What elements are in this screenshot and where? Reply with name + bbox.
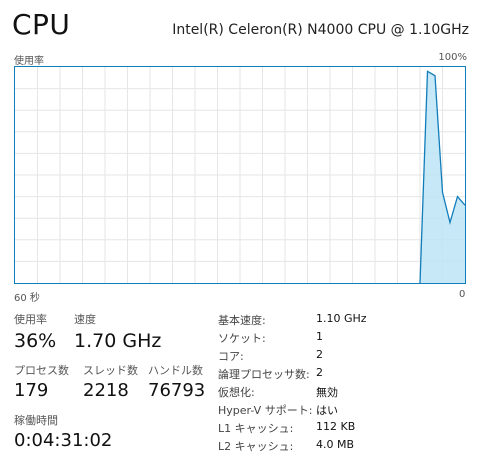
info-key-logical-processors: 論理プロセッサ数: xyxy=(218,368,310,381)
info-key-cores: コア: xyxy=(218,350,244,363)
info-value-l2-cache: 4.0 MB xyxy=(316,438,355,451)
processes-value: 179 xyxy=(14,380,49,401)
info-key-l1-cache: L1 キャッシュ: xyxy=(218,422,294,435)
usage-value: 36% xyxy=(14,330,57,352)
handles-label: ハンドル数 xyxy=(148,364,203,377)
info-key-base-speed: 基本速度: xyxy=(218,314,266,327)
processes-label: プロセス数 xyxy=(14,364,69,377)
usage-label: 使用率 xyxy=(14,313,47,326)
info-key-l2-cache: L2 キャッシュ: xyxy=(218,440,294,453)
threads-value: 2218 xyxy=(83,380,129,401)
graph-x-left-label: 60 秒 xyxy=(14,293,40,304)
graph-y-label: 使用率 xyxy=(14,56,44,67)
speed-label: 速度 xyxy=(74,313,96,326)
uptime-value: 0:04:31:02 xyxy=(14,430,113,451)
info-value-sockets: 1 xyxy=(316,330,323,343)
cpu-usage-graph xyxy=(14,66,466,284)
info-value-l1-cache: 112 KB xyxy=(316,420,356,433)
info-value-virtualization: 無効 xyxy=(316,386,338,399)
info-value-hyperv-support: はい xyxy=(316,404,338,417)
info-value-base-speed: 1.10 GHz xyxy=(316,312,367,325)
handles-value: 76793 xyxy=(148,380,206,401)
info-key-virtualization: 仮想化: xyxy=(218,386,255,399)
page-title: CPU xyxy=(12,8,71,41)
cpu-usage-graph-svg xyxy=(15,67,465,283)
graph-x-right-label: 0 xyxy=(459,289,466,300)
info-key-sockets: ソケット: xyxy=(218,332,266,345)
cpu-model-name: Intel(R) Celeron(R) N4000 CPU @ 1.10GHz xyxy=(172,22,469,38)
speed-value: 1.70 GHz xyxy=(74,330,162,352)
info-value-cores: 2 xyxy=(316,348,323,361)
threads-label: スレッド数 xyxy=(83,364,138,377)
info-value-logical-processors: 2 xyxy=(316,366,323,379)
uptime-label: 稼働時間 xyxy=(14,414,58,427)
graph-y-max-label: 100% xyxy=(438,52,467,63)
info-key-hyperv-support: Hyper-V サポート: xyxy=(218,404,313,417)
